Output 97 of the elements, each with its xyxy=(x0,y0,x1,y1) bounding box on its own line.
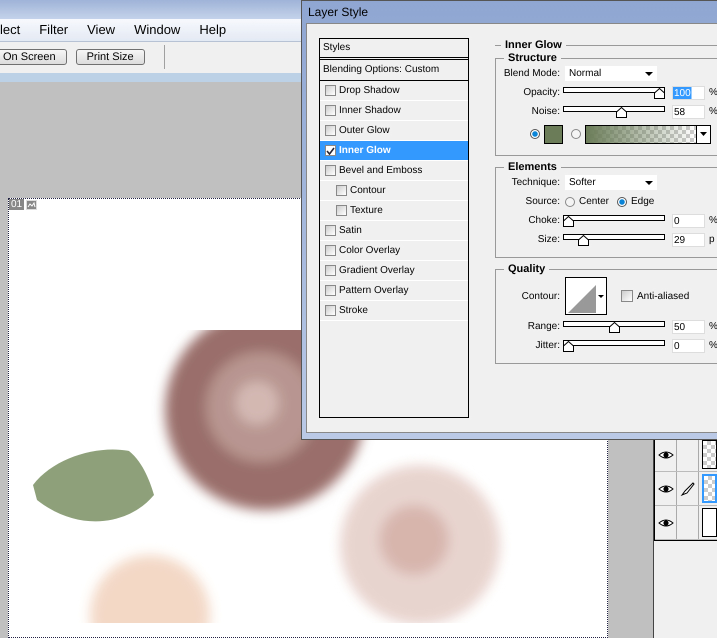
dropdown-value: Normal xyxy=(569,68,602,79)
unit-label: p xyxy=(709,234,715,245)
blending-options-item[interactable]: Blending Options: Custom xyxy=(320,60,468,81)
dropdown-value: Softer xyxy=(569,177,596,188)
style-item[interactable]: Stroke xyxy=(320,301,468,321)
style-item[interactable]: Drop Shadow xyxy=(320,81,468,101)
checkbox[interactable] xyxy=(325,125,336,136)
slider-thumb[interactable] xyxy=(563,216,574,227)
checkbox-label: Anti-aliased xyxy=(637,290,690,302)
radio-button[interactable] xyxy=(571,129,581,139)
style-label: Drop Shadow xyxy=(339,85,400,96)
menu-item[interactable]: Filter xyxy=(37,22,70,38)
number-field[interactable]: 29 xyxy=(672,232,705,246)
gradient-picker[interactable] xyxy=(585,124,711,144)
dialog-title: Layer Style xyxy=(307,4,370,21)
style-item[interactable]: Gradient Overlay xyxy=(320,261,468,281)
panel-title: Inner Glow xyxy=(501,39,566,51)
toolbar-button[interactable]: Print Size xyxy=(76,49,145,66)
radio-button[interactable] xyxy=(565,196,575,206)
field-label: Source: xyxy=(524,196,561,207)
style-label: Texture xyxy=(350,205,383,216)
caret-icon xyxy=(645,72,653,76)
style-label: Outer Glow xyxy=(339,125,390,136)
field-label: Blend Mode: xyxy=(502,68,561,79)
dropdown[interactable]: Softer xyxy=(565,175,657,190)
field-label: Range: xyxy=(526,321,561,332)
slider-thumb[interactable] xyxy=(654,88,665,99)
checkbox[interactable] xyxy=(621,290,633,302)
checkbox[interactable] xyxy=(325,85,336,96)
style-label: Satin xyxy=(339,225,362,236)
eye-icon xyxy=(658,484,674,494)
document-tab[interactable]: 01 xyxy=(9,199,24,210)
style-label: Bevel and Emboss xyxy=(339,165,422,176)
number-field[interactable]: 0 xyxy=(672,214,705,228)
layer-thumbnail[interactable] xyxy=(702,508,717,537)
field-label: Size: xyxy=(536,234,561,245)
checkbox[interactable] xyxy=(325,225,336,236)
group-title: Quality xyxy=(504,263,550,275)
style-label: Inner Shadow xyxy=(339,105,401,116)
caret-icon xyxy=(700,132,707,136)
style-label: Gradient Overlay xyxy=(339,265,415,276)
group-title: Structure xyxy=(504,52,561,64)
contour-picker[interactable] xyxy=(565,277,607,315)
radio-button[interactable] xyxy=(617,196,628,206)
style-label: Stroke xyxy=(339,305,368,316)
radio-button[interactable] xyxy=(530,129,540,139)
field-label: Technique: xyxy=(510,177,561,188)
checkbox[interactable] xyxy=(325,305,336,316)
caret-icon xyxy=(645,180,653,184)
checkbox[interactable] xyxy=(325,105,336,116)
field-label: Choke: xyxy=(527,215,561,226)
style-item[interactable]: Bevel and Emboss xyxy=(320,161,468,181)
group-title: Elements xyxy=(504,161,561,173)
slider-thumb[interactable] xyxy=(578,235,590,246)
styles-header[interactable]: Styles xyxy=(320,39,468,60)
slider-thumb[interactable] xyxy=(563,341,574,352)
caret-icon xyxy=(598,294,604,298)
menu-item[interactable]: View xyxy=(85,22,118,38)
menu-item[interactable]: Window xyxy=(132,22,182,38)
style-item[interactable]: Inner Shadow xyxy=(320,101,468,121)
style-label: Color Overlay xyxy=(339,245,400,256)
option-label: Edge xyxy=(631,196,654,207)
number-field[interactable]: 0 xyxy=(672,338,705,352)
checkbox[interactable] xyxy=(325,265,336,276)
checkbox[interactable] xyxy=(325,285,336,296)
checkbox[interactable] xyxy=(325,245,336,256)
layer-thumbnail[interactable] xyxy=(702,474,717,503)
menu-item[interactable]: lect xyxy=(0,22,22,38)
eye-icon xyxy=(658,450,674,460)
number-field[interactable]: 58 xyxy=(672,104,705,118)
number-field[interactable]: 50 xyxy=(672,320,705,334)
style-item[interactable]: Contour xyxy=(320,181,468,201)
checkbox[interactable] xyxy=(325,165,336,176)
field-label: Jitter: xyxy=(534,340,561,351)
style-item[interactable]: Color Overlay xyxy=(320,241,468,261)
eye-icon xyxy=(658,518,674,528)
menu-item[interactable]: Help xyxy=(197,22,228,38)
slider-thumb[interactable] xyxy=(608,322,620,333)
style-item[interactable]: Satin xyxy=(320,221,468,241)
style-label: Inner Glow xyxy=(339,145,391,156)
toolbar-button[interactable]: On Screen xyxy=(0,49,67,66)
field-label: Opacity: xyxy=(522,87,561,98)
checkbox[interactable] xyxy=(336,205,347,216)
field-label: Noise: xyxy=(530,106,561,117)
layer-thumbnail[interactable] xyxy=(702,440,717,469)
style-item[interactable]: Texture xyxy=(320,201,468,221)
color-swatch[interactable] xyxy=(544,124,563,144)
checkbox[interactable] xyxy=(336,185,347,196)
style-item[interactable]: Pattern Overlay xyxy=(320,281,468,301)
checkbox[interactable] xyxy=(325,145,336,156)
style-label: Contour xyxy=(350,185,386,196)
dropdown[interactable]: Normal xyxy=(565,66,657,81)
slider-thumb[interactable] xyxy=(616,107,627,118)
brush-icon xyxy=(680,482,695,496)
style-label: Pattern Overlay xyxy=(339,285,408,296)
option-label: Center xyxy=(579,196,610,207)
field-label: Contour: xyxy=(520,290,561,302)
